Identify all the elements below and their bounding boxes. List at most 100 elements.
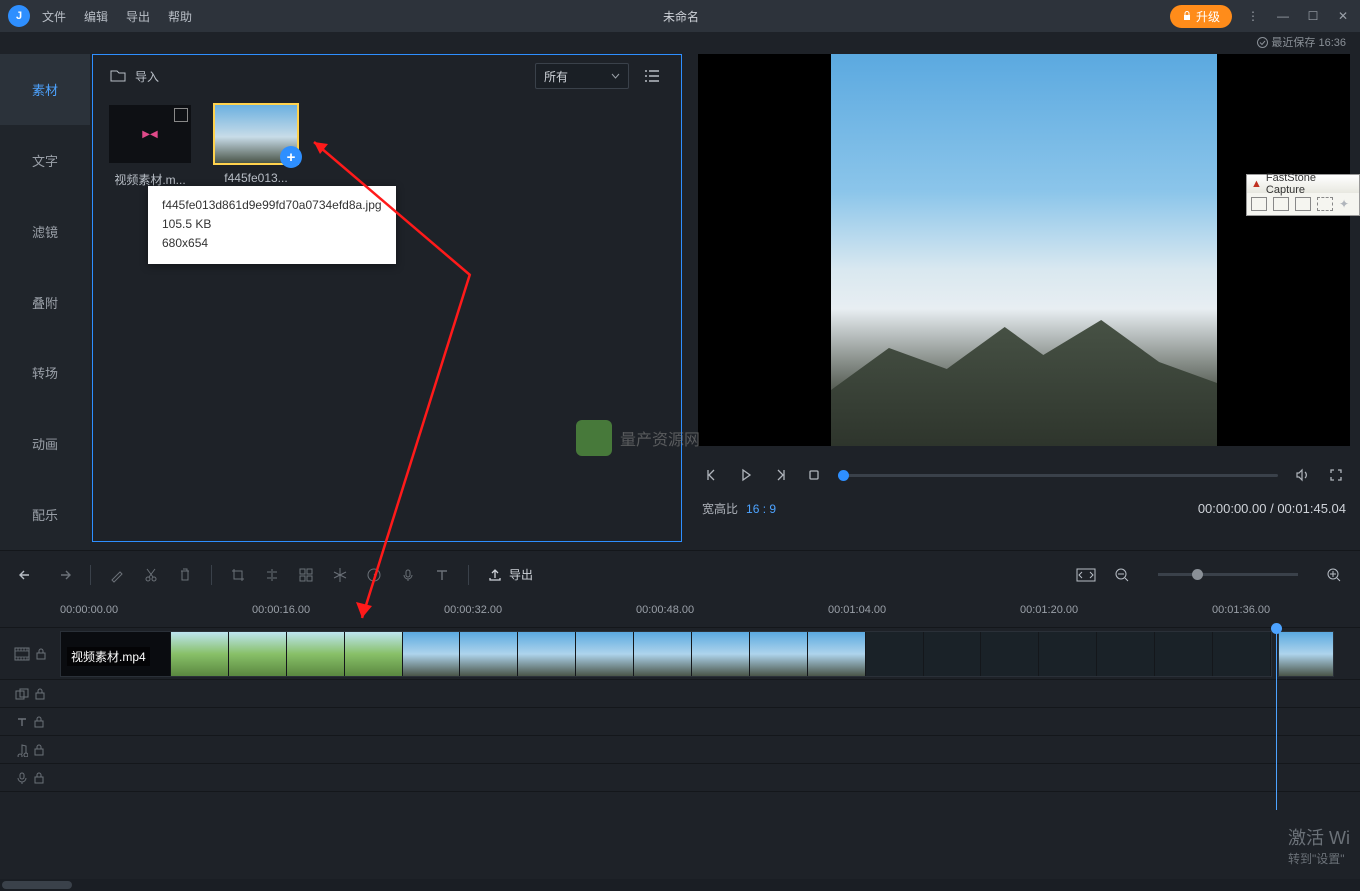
add-icon[interactable]: + xyxy=(280,146,302,168)
text-track-icon xyxy=(16,716,28,728)
lock-icon[interactable] xyxy=(34,744,44,756)
undo-button[interactable] xyxy=(18,568,36,582)
video-track[interactable]: 视频素材.mp4 xyxy=(0,628,1360,680)
lock-icon[interactable] xyxy=(34,772,44,784)
maximize-button[interactable]: ☐ xyxy=(1304,7,1322,25)
clip-label: 视频素材.mp4 xyxy=(67,647,150,666)
more-button[interactable]: ⋮ xyxy=(1244,7,1262,25)
sidebar-item-media[interactable]: 素材 xyxy=(0,54,90,125)
preview-viewport[interactable] xyxy=(698,54,1350,446)
sidebar-item-text[interactable]: 文字 xyxy=(0,125,90,196)
progress-bar[interactable] xyxy=(838,474,1278,477)
ruler-label: 00:00:00.00 xyxy=(60,604,118,616)
ruler-label: 00:00:32.00 xyxy=(444,604,502,616)
menu-help[interactable]: 帮助 xyxy=(168,8,192,25)
fs-tool-4[interactable] xyxy=(1317,197,1333,211)
import-button[interactable]: 导入 xyxy=(109,68,159,85)
chevron-down-icon xyxy=(611,73,620,79)
ruler-label: 00:00:48.00 xyxy=(636,604,694,616)
aspect-value[interactable]: 16 : 9 xyxy=(746,502,776,516)
next-frame-button[interactable] xyxy=(770,465,790,485)
menu-file[interactable]: 文件 xyxy=(42,8,66,25)
export-icon xyxy=(487,567,503,583)
menu-export[interactable]: 导出 xyxy=(126,8,150,25)
sidebar-item-animation[interactable]: 动画 xyxy=(0,408,90,479)
sidebar-item-transition[interactable]: 转场 xyxy=(0,337,90,408)
minimize-button[interactable]: — xyxy=(1274,7,1292,25)
video-clip[interactable]: 视频素材.mp4 xyxy=(60,631,1272,677)
playhead[interactable] xyxy=(1276,630,1277,810)
ruler-label: 00:00:16.00 xyxy=(252,604,310,616)
list-icon xyxy=(644,69,660,83)
fs-tool-2[interactable] xyxy=(1273,197,1289,211)
fit-button[interactable] xyxy=(1076,568,1096,582)
horizontal-scrollbar[interactable] xyxy=(0,879,1360,891)
main-menu: 文件 编辑 导出 帮助 xyxy=(42,8,192,25)
media-tooltip: f445fe013d861d9e99fd70a0734efd8a.jpg 105… xyxy=(148,186,396,264)
mic-track-icon xyxy=(16,771,28,785)
sidebar-item-filter[interactable]: 滤镜 xyxy=(0,196,90,267)
delete-button[interactable] xyxy=(177,567,193,583)
audio-button[interactable] xyxy=(400,567,416,583)
windows-activation: 激活 Wi 转到"设置" xyxy=(1288,824,1350,867)
preview-panel: 宽高比 16 : 9 00:00:00.00 / 00:01:45.04 xyxy=(690,54,1360,550)
menu-edit[interactable]: 编辑 xyxy=(84,8,108,25)
split-button[interactable] xyxy=(264,567,280,583)
lock-icon[interactable] xyxy=(34,716,44,728)
media-filter-dropdown[interactable]: 所有 xyxy=(535,63,629,89)
edit-button[interactable] xyxy=(109,567,125,583)
import-icon xyxy=(109,69,127,83)
redo-button[interactable] xyxy=(54,568,72,582)
ruler-label: 00:01:04.00 xyxy=(828,604,886,616)
mosaic-button[interactable] xyxy=(298,567,314,583)
video-track-icon xyxy=(14,647,30,661)
prev-frame-button[interactable] xyxy=(702,465,722,485)
freeze-button[interactable] xyxy=(332,567,348,583)
export-button[interactable]: 导出 xyxy=(487,566,533,583)
document-title: 未命名 xyxy=(192,8,1170,25)
stop-button[interactable] xyxy=(804,465,824,485)
sidebar: 素材 文字 滤镜 叠附 转场 动画 配乐 xyxy=(0,54,90,550)
speed-button[interactable] xyxy=(366,567,382,583)
fs-tool-3[interactable] xyxy=(1295,197,1311,211)
zoom-slider[interactable] xyxy=(1158,573,1298,576)
zoom-out-button[interactable] xyxy=(1114,567,1130,583)
close-button[interactable]: ✕ xyxy=(1334,7,1352,25)
lock-icon xyxy=(1182,11,1192,21)
fs-tool-1[interactable] xyxy=(1251,197,1267,211)
voice-track[interactable] xyxy=(0,764,1360,792)
lock-icon[interactable] xyxy=(36,648,46,660)
timeline-toolbar: 导出 xyxy=(0,550,1360,598)
overlay-track-icon xyxy=(15,688,29,700)
media-panel: 导入 所有 ▶◀ 视频素材.m... + f445fe013... xyxy=(92,54,682,542)
fs-tool-5[interactable]: ✦ xyxy=(1339,197,1349,211)
upgrade-button[interactable]: 升级 xyxy=(1170,5,1232,28)
aspect-label: 宽高比 xyxy=(702,500,738,517)
cut-button[interactable] xyxy=(143,567,159,583)
watermark: 量产资源网 xyxy=(576,420,700,456)
fullscreen-button[interactable] xyxy=(1326,465,1346,485)
lock-icon[interactable] xyxy=(35,688,45,700)
copy-icon xyxy=(174,108,188,122)
faststone-toolbar[interactable]: ▲FastStone Capture ✦ xyxy=(1246,174,1360,216)
crop-button[interactable] xyxy=(230,567,246,583)
list-view-toggle[interactable] xyxy=(639,63,665,89)
text-track[interactable] xyxy=(0,708,1360,736)
zoom-in-button[interactable] xyxy=(1326,567,1342,583)
media-thumb-label: f445fe013... xyxy=(215,171,297,185)
text-button[interactable] xyxy=(434,567,450,583)
image-clip[interactable] xyxy=(1278,631,1334,677)
sidebar-item-music[interactable]: 配乐 xyxy=(0,479,90,550)
ruler-label: 00:01:20.00 xyxy=(1020,604,1078,616)
sidebar-item-overlay[interactable]: 叠附 xyxy=(0,267,90,338)
ruler-label: 00:01:36.00 xyxy=(1212,604,1270,616)
overlay-track[interactable] xyxy=(0,680,1360,708)
volume-button[interactable] xyxy=(1292,465,1312,485)
media-thumb-image[interactable]: + f445fe013... xyxy=(215,105,297,188)
audio-track[interactable] xyxy=(0,736,1360,764)
music-track-icon xyxy=(16,743,28,757)
media-thumb-video[interactable]: ▶◀ 视频素材.m... xyxy=(109,105,191,188)
timeline-tracks: 视频素材.mp4 xyxy=(0,628,1360,792)
timeline-ruler[interactable]: 00:00:00.00 00:00:16.00 00:00:32.00 00:0… xyxy=(0,598,1360,628)
play-button[interactable] xyxy=(736,465,756,485)
